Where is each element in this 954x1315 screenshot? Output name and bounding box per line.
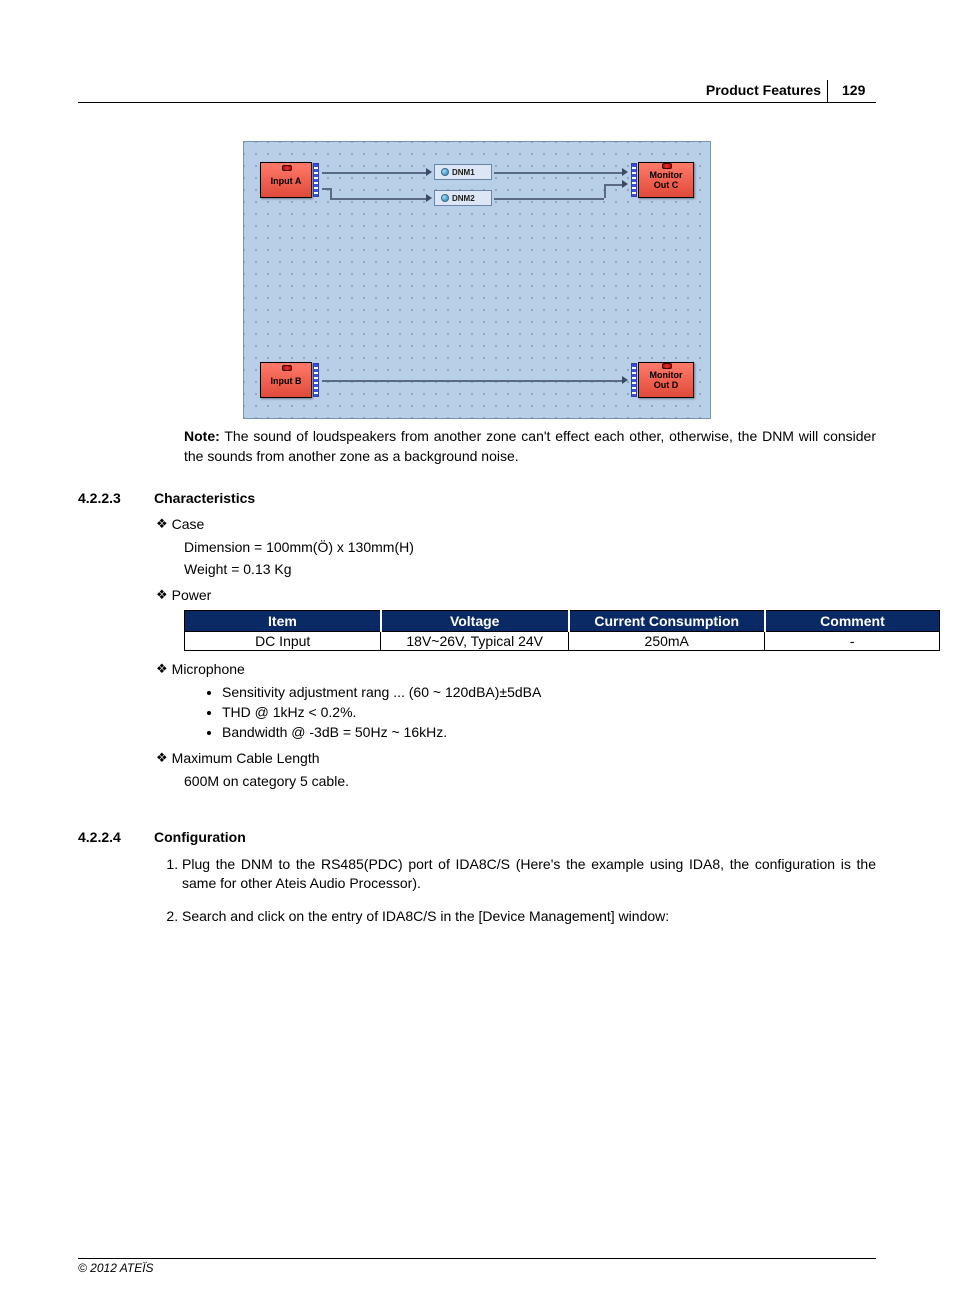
signal-flow-diagram: Input A Input B Monitor Out C Monitor Ou… bbox=[243, 141, 711, 419]
microphone-list: Sensitivity adjustment rang ... (60 ~ 12… bbox=[204, 684, 876, 740]
wire bbox=[330, 188, 332, 198]
table-header-voltage: Voltage bbox=[381, 611, 569, 632]
header-title: Product Features bbox=[706, 80, 828, 102]
table-cell: DC Input bbox=[185, 632, 381, 651]
block-input-a: Input A bbox=[260, 162, 312, 198]
wire bbox=[322, 188, 330, 190]
list-item: Search and click on the entry of IDA8C/S… bbox=[182, 907, 876, 926]
dnm-indicator-icon bbox=[441, 168, 449, 176]
arrow-icon bbox=[426, 168, 432, 176]
led-icon bbox=[662, 363, 672, 369]
led-icon bbox=[282, 365, 292, 371]
subheading-label: Power bbox=[172, 587, 212, 603]
section-heading-characteristics: 4.2.2.3 Characteristics bbox=[78, 490, 876, 506]
block-label: DNM2 bbox=[452, 194, 475, 203]
table-header-current: Current Consumption bbox=[569, 611, 765, 632]
table-header-row: Item Voltage Current Consumption Comment bbox=[185, 611, 940, 632]
table-header-comment: Comment bbox=[765, 611, 940, 632]
subheading-label: Maximum Cable Length bbox=[172, 750, 320, 766]
note-label: Note: bbox=[184, 428, 220, 444]
diamond-bullet-icon: ❖ bbox=[156, 516, 168, 532]
block-label-line2: Out D bbox=[654, 380, 679, 390]
power-table: Item Voltage Current Consumption Comment… bbox=[184, 610, 940, 651]
wire bbox=[604, 184, 624, 186]
block-input-b: Input B bbox=[260, 362, 312, 398]
block-label-line2: Out C bbox=[654, 180, 679, 190]
table-cell: - bbox=[765, 632, 940, 651]
block-dnm2: DNM2 bbox=[434, 190, 492, 206]
subheading-label: Case bbox=[172, 516, 205, 532]
arrow-icon bbox=[622, 180, 628, 188]
cable-length-text: 600M on category 5 cable. bbox=[184, 773, 876, 789]
block-label: DNM1 bbox=[452, 168, 475, 177]
table-row: DC Input 18V~26V, Typical 24V 250mA - bbox=[185, 632, 940, 651]
diamond-bullet-icon: ❖ bbox=[156, 587, 168, 603]
dnm-indicator-icon bbox=[441, 194, 449, 202]
note-paragraph: Note: The sound of loudspeakers from ano… bbox=[184, 427, 876, 466]
block-monitor-out-c: Monitor Out C bbox=[638, 162, 694, 198]
list-item: THD @ 1kHz < 0.2%. bbox=[222, 704, 876, 720]
subheading-microphone: ❖Microphone bbox=[156, 661, 876, 678]
subheading-label: Microphone bbox=[172, 661, 245, 677]
page-footer: © 2012 ATEÏS bbox=[78, 1258, 876, 1275]
diamond-bullet-icon: ❖ bbox=[156, 661, 168, 677]
case-weight: Weight = 0.13 Kg bbox=[184, 561, 876, 577]
block-label-line1: Monitor bbox=[650, 170, 683, 180]
arrow-icon bbox=[622, 376, 628, 384]
wire bbox=[494, 172, 624, 174]
case-dimension: Dimension = 100mm(Ö) x 130mm(H) bbox=[184, 539, 876, 555]
note-text: The sound of loudspeakers from another z… bbox=[184, 428, 876, 464]
wire bbox=[494, 198, 604, 200]
port-strip bbox=[313, 163, 319, 197]
table-cell: 18V~26V, Typical 24V bbox=[381, 632, 569, 651]
port-strip bbox=[631, 163, 637, 197]
wire bbox=[322, 172, 428, 174]
block-label-line1: Monitor bbox=[650, 370, 683, 380]
section-heading-configuration: 4.2.2.4 Configuration bbox=[78, 829, 876, 845]
arrow-icon bbox=[426, 194, 432, 202]
port-strip bbox=[313, 363, 319, 397]
page-header: Product Features 129 bbox=[78, 80, 876, 103]
block-monitor-out-d: Monitor Out D bbox=[638, 362, 694, 398]
list-item: Bandwidth @ -3dB = 50Hz ~ 16kHz. bbox=[222, 724, 876, 740]
block-dnm1: DNM1 bbox=[434, 164, 492, 180]
list-item: Sensitivity adjustment rang ... (60 ~ 12… bbox=[222, 684, 876, 700]
diamond-bullet-icon: ❖ bbox=[156, 750, 168, 766]
section-number: 4.2.2.4 bbox=[78, 829, 132, 845]
subheading-power: ❖Power bbox=[156, 587, 876, 604]
wire bbox=[604, 184, 606, 198]
block-label: Input B bbox=[271, 376, 302, 386]
block-label: Input A bbox=[271, 176, 302, 186]
table-cell: 250mA bbox=[569, 632, 765, 651]
header-page-number: 129 bbox=[828, 80, 876, 102]
configuration-steps: Plug the DNM to the RS485(PDC) port of I… bbox=[160, 855, 876, 926]
led-icon bbox=[282, 165, 292, 171]
subheading-case: ❖Case bbox=[156, 516, 876, 533]
wire bbox=[322, 380, 624, 382]
section-number: 4.2.2.3 bbox=[78, 490, 132, 506]
wire bbox=[330, 198, 428, 200]
table-header-item: Item bbox=[185, 611, 381, 632]
arrow-icon bbox=[622, 168, 628, 176]
led-icon bbox=[662, 163, 672, 169]
section-title: Characteristics bbox=[154, 490, 255, 506]
port-strip bbox=[631, 363, 637, 397]
section-title: Configuration bbox=[154, 829, 246, 845]
list-item: Plug the DNM to the RS485(PDC) port of I… bbox=[182, 855, 876, 893]
subheading-cable-length: ❖Maximum Cable Length bbox=[156, 750, 876, 767]
